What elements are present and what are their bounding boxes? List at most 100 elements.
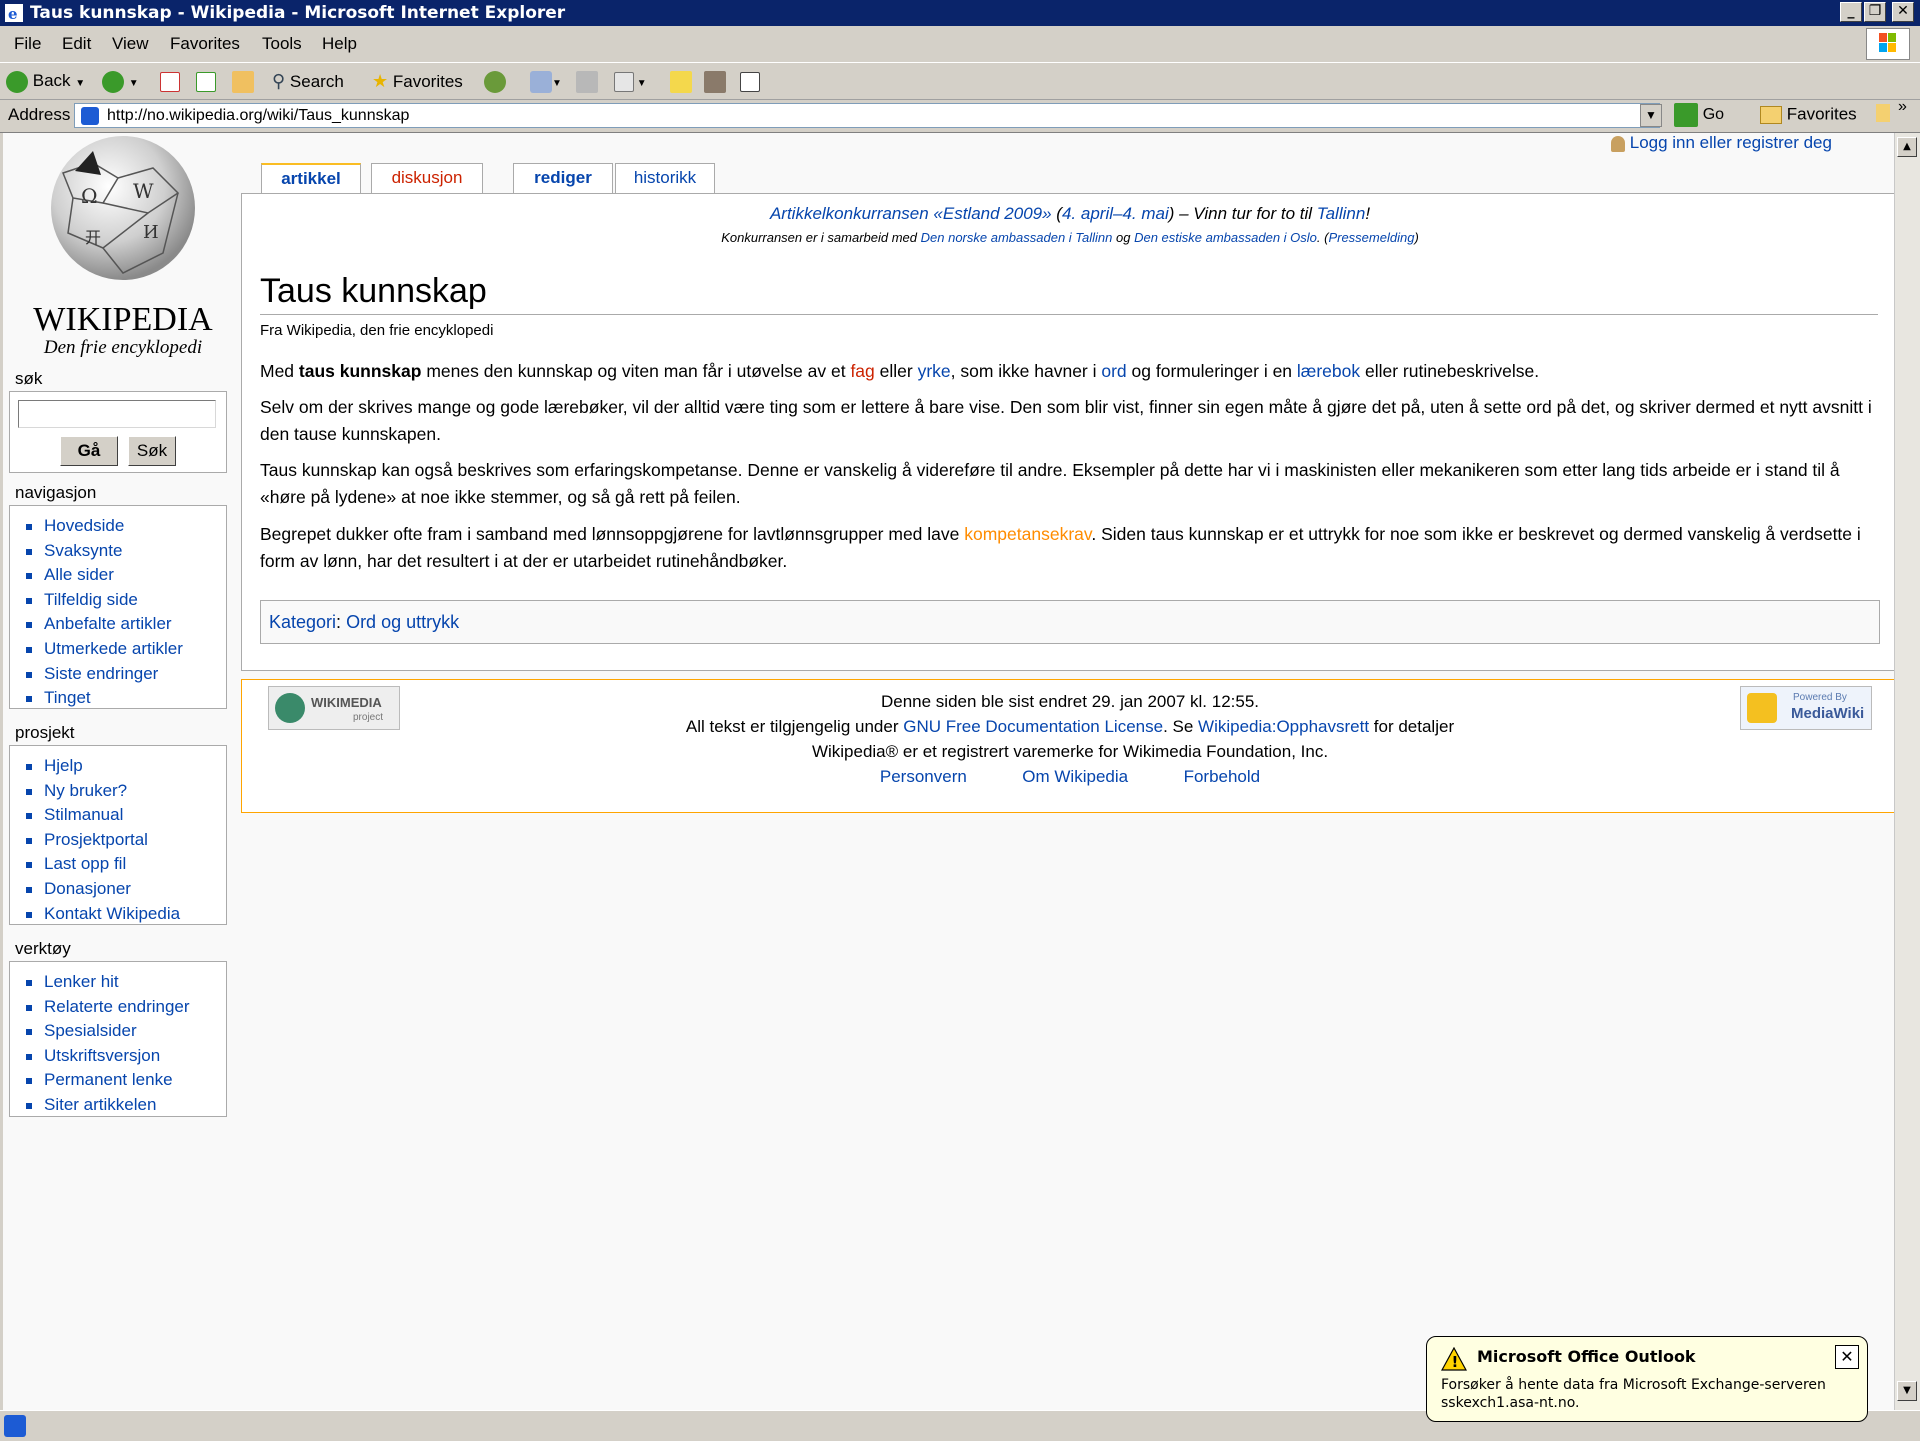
ie-status-icon xyxy=(4,1415,26,1437)
nav-link-tilfeldig-side[interactable]: Tilfeldig side xyxy=(20,588,226,613)
note-icon xyxy=(670,70,692,93)
full-search-button[interactable]: Søk xyxy=(128,436,176,466)
nav-link-utmerkede-artikler[interactable]: Utmerkede artikler xyxy=(20,637,226,662)
menu-tools[interactable]: Tools xyxy=(262,34,302,54)
om-wikipedia-link[interactable]: Om Wikipedia xyxy=(1022,767,1128,786)
tools-link-relaterte-endringer[interactable]: Relaterte endringer xyxy=(20,995,226,1020)
restore-button[interactable]: ❐ xyxy=(1864,2,1886,22)
home-button[interactable] xyxy=(232,69,254,93)
wikipedia-tagline: Den frie encyklopedi xyxy=(43,337,203,358)
menu-file[interactable]: File xyxy=(14,34,41,54)
link-fag[interactable]: fag xyxy=(850,361,874,381)
tools-link-permanent-lenke[interactable]: Permanent lenke xyxy=(20,1068,226,1093)
tab-rediger[interactable]: rediger xyxy=(513,163,613,193)
opphavsrett-link[interactable]: Wikipedia:Opphavsrett xyxy=(1198,717,1369,736)
stop-icon xyxy=(160,71,180,92)
tools-link-utskriftsversjon[interactable]: Utskriftsversjon xyxy=(20,1044,226,1069)
nav-link-svaksynte[interactable]: Svaksynte xyxy=(20,539,226,564)
project-link-donasjoner[interactable]: Donasjoner xyxy=(20,877,226,902)
notification-title: Microsoft Office Outlook xyxy=(1477,1347,1696,1366)
stop-button[interactable] xyxy=(160,69,180,93)
nav-link-siste-endringer[interactable]: Siste endringer xyxy=(20,662,226,687)
category-label-link[interactable]: Kategori xyxy=(269,612,336,632)
banner-date-link[interactable]: 4. april–4. mai xyxy=(1062,204,1169,223)
edit-button[interactable]: ▼ xyxy=(614,69,647,93)
link-ord[interactable]: ord xyxy=(1101,361,1126,381)
tab-diskusjon[interactable]: diskusjon xyxy=(371,163,483,193)
page-title: Taus kunnskap xyxy=(260,272,1878,315)
content-area: Artikkelkonkurransen «Estland 2009» (4. … xyxy=(241,193,1894,671)
gfdl-link[interactable]: GNU Free Documentation License xyxy=(903,717,1163,736)
chevron-right-icon[interactable]: » xyxy=(1898,98,1907,116)
banner-tallinn-link[interactable]: Tallinn xyxy=(1317,204,1366,223)
minimize-button[interactable]: _ xyxy=(1840,2,1862,22)
links-favorites-button[interactable]: Favorites xyxy=(1760,104,1857,125)
search-button[interactable]: ⚲ Search xyxy=(272,69,344,93)
address-input[interactable]: http://no.wikipedia.org/wiki/Taus_kunnsk… xyxy=(74,103,1660,128)
home-icon xyxy=(232,70,254,93)
menu-view[interactable]: View xyxy=(112,34,149,54)
print-button[interactable] xyxy=(576,69,598,93)
notes-button[interactable] xyxy=(670,69,692,93)
browser-page: Ω W И 开 WIKIPEDIA Den frie encyklopedi L… xyxy=(0,133,1894,1410)
tools-link-spesialsider[interactable]: Spesialsider xyxy=(20,1019,226,1044)
internet-explorer-icon: e xyxy=(5,4,23,23)
wikimedia-icon xyxy=(275,693,305,723)
address-dropdown-button[interactable]: ▼ xyxy=(1640,104,1662,127)
menu-help[interactable]: Help xyxy=(322,34,357,54)
tab-artikkel[interactable]: artikkel xyxy=(261,163,361,195)
forbehold-link[interactable]: Forbehold xyxy=(1184,767,1261,786)
vertical-scrollbar[interactable]: ▲ ▼ xyxy=(1894,133,1920,1410)
link-yrke[interactable]: yrke xyxy=(918,361,951,381)
tools-link-lenker-hit[interactable]: Lenker hit xyxy=(20,970,226,995)
svg-text:Ω: Ω xyxy=(81,184,98,208)
notification-close-button[interactable]: ✕ xyxy=(1835,1345,1859,1369)
nav-link-tinget[interactable]: Tinget xyxy=(20,686,226,711)
paragraph-2: Selv om der skrives mange og gode lærebø… xyxy=(260,397,1872,444)
banner-ambassade-tallinn-link[interactable]: Den norske ambassaden i Tallinn xyxy=(921,230,1113,245)
category-ord-og-uttrykk[interactable]: Ord og uttrykk xyxy=(346,612,459,632)
svg-text:W: W xyxy=(133,179,154,203)
favorites-button[interactable]: ★ Favorites xyxy=(372,69,463,93)
scroll-down-arrow[interactable]: ▼ xyxy=(1897,1381,1917,1401)
mail-button[interactable]: ▼ xyxy=(530,69,562,93)
search-input[interactable] xyxy=(18,400,216,428)
refresh-button[interactable] xyxy=(196,69,216,93)
back-button[interactable]: Back ▼ xyxy=(6,69,85,93)
scroll-up-arrow[interactable]: ▲ xyxy=(1897,137,1917,157)
banner-ambassade-oslo-link[interactable]: Den estiske ambassaden i Oslo xyxy=(1134,230,1317,245)
nav-link-anbefalte-artikler[interactable]: Anbefalte artikler xyxy=(20,612,226,637)
forward-button[interactable]: ▼ xyxy=(102,69,139,93)
project-link-stilmanual[interactable]: Stilmanual xyxy=(20,803,226,828)
tools-link-siter-artikkelen[interactable]: Siter artikkelen xyxy=(20,1093,226,1118)
mail-icon xyxy=(530,70,552,93)
footer-links: Personvern Om Wikipedia Forbehold xyxy=(360,767,1780,787)
link-kompetansekrav[interactable]: kompetansekrav xyxy=(964,524,1091,544)
go-button[interactable]: Go xyxy=(1674,103,1724,127)
login-link[interactable]: Logg inn eller registrer deg xyxy=(1611,133,1832,153)
personvern-link[interactable]: Personvern xyxy=(880,767,967,786)
project-link-hjelp[interactable]: Hjelp xyxy=(20,754,226,779)
tab-historikk[interactable]: historikk xyxy=(615,163,715,193)
project-link-ny-bruker[interactable]: Ny bruker? xyxy=(20,779,226,804)
project-link-prosjektportal[interactable]: Prosjektportal xyxy=(20,828,226,853)
project-link-kontakt[interactable]: Kontakt Wikipedia xyxy=(20,902,226,927)
project-heading: prosjekt xyxy=(15,723,75,742)
research-button[interactable] xyxy=(704,69,726,93)
menu-favorites[interactable]: Favorites xyxy=(170,34,240,54)
project-link-last-opp-fil[interactable]: Last opp fil xyxy=(20,852,226,877)
star-icon: ★ xyxy=(372,71,389,91)
link-laerebok[interactable]: lærebok xyxy=(1297,361,1360,381)
history-button[interactable] xyxy=(484,69,506,93)
banner-contest-link[interactable]: Artikkelkonkurransen «Estland 2009» xyxy=(770,204,1052,223)
outlook-notification[interactable]: ! Microsoft Office Outlook ✕ Forsøker å … xyxy=(1426,1336,1868,1422)
menu-edit[interactable]: Edit xyxy=(62,34,91,54)
nav-link-hovedside[interactable]: Hovedside xyxy=(20,514,226,539)
window-title-bar[interactable]: e Taus kunnskap - Wikipedia - Microsoft … xyxy=(0,0,1920,26)
banner-pressemelding-link[interactable]: Pressemelding xyxy=(1328,230,1414,245)
go-search-button[interactable]: Gå xyxy=(60,436,118,466)
close-window-button[interactable]: ✕ xyxy=(1892,2,1914,22)
messenger-button[interactable] xyxy=(740,69,760,93)
word-icon xyxy=(614,71,634,92)
nav-link-alle-sider[interactable]: Alle sider xyxy=(20,563,226,588)
